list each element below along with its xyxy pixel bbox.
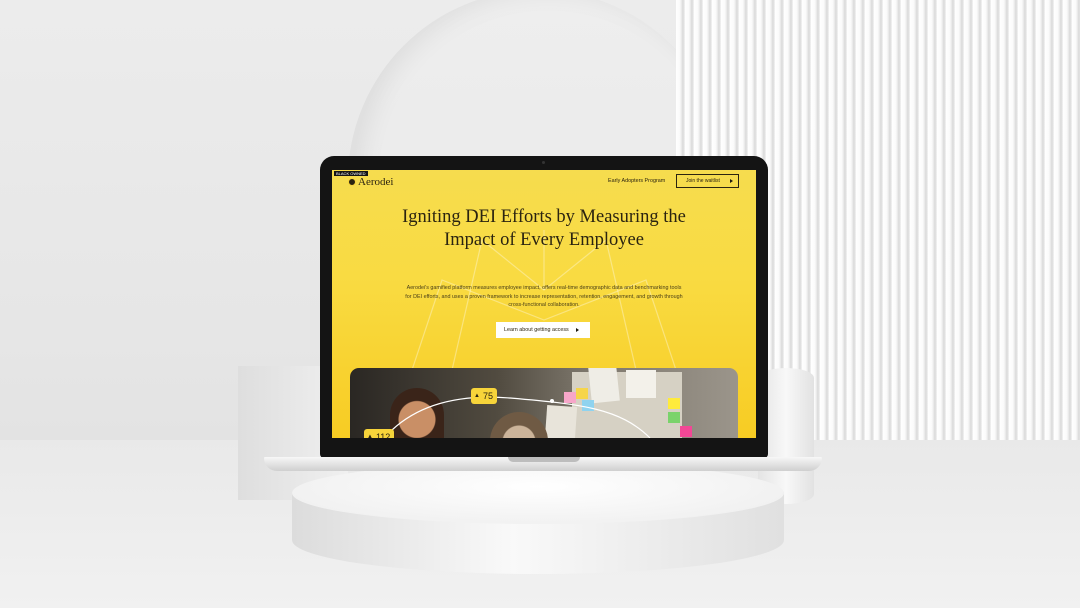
logo-icon[interactable]: [348, 178, 356, 186]
play-arrow-icon: [576, 327, 579, 332]
play-arrow-icon: [730, 179, 733, 183]
score-value: 112: [375, 432, 391, 438]
get-access-button[interactable]: Learn about getting access: [496, 322, 590, 338]
logo[interactable]: Aerodei: [358, 176, 393, 188]
score-value: 75: [482, 391, 493, 401]
trophy-icon: ▲: [367, 434, 373, 438]
join-waitlist-label: Join the waitlist: [686, 178, 720, 184]
hero-photo: ▲ 75 ▲ 112: [350, 368, 738, 438]
laptop-screen: BLACK OWNED Aerodei Early Adopters Progr…: [332, 170, 756, 438]
score-badge: ▲ 75: [471, 388, 497, 404]
pedestal-top: [292, 462, 784, 524]
join-waitlist-button[interactable]: Join the waitlist: [676, 174, 739, 188]
score-badge: ▲ 112: [364, 429, 395, 438]
get-access-label: Learn about getting access: [504, 327, 569, 333]
pedestal: [292, 462, 784, 574]
webcam: [542, 161, 545, 164]
hero-title: Igniting DEI Efforts by Measuring the Im…: [402, 207, 686, 250]
connection-curve: [391, 396, 651, 438]
trophy-icon: ▲: [474, 393, 480, 399]
sun-rays-decoration: [411, 230, 677, 370]
nav-link-early-adopters[interactable]: Early Adopters Program: [608, 178, 665, 184]
hero-description: Aerodei's gamified platform measures emp…: [405, 285, 683, 309]
site-header: BLACK OWNED Aerodei Early Adopters Progr…: [332, 170, 756, 194]
laptop-notch: [508, 457, 580, 462]
